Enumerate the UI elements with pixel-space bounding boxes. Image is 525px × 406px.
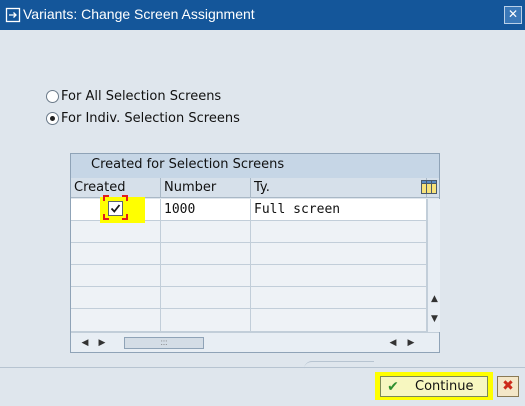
footer-curve — [304, 361, 374, 369]
dialog-arrow-icon — [5, 7, 21, 23]
created-checkbox[interactable] — [108, 201, 123, 216]
empty-cell — [161, 243, 251, 265]
empty-cell — [161, 265, 251, 287]
column-header-created[interactable]: Created — [71, 178, 161, 198]
empty-cell — [71, 243, 161, 265]
dialog-window: Variants: Change Screen Assignment ✕ For… — [0, 0, 525, 406]
empty-cell — [71, 287, 161, 309]
radio-all-label: For All Selection Screens — [61, 88, 222, 104]
continue-button[interactable]: ✔ Continue — [380, 376, 488, 397]
empty-cell — [251, 243, 427, 265]
cancel-icon: ✖ — [502, 378, 514, 394]
table-title: Created for Selection Screens — [71, 154, 439, 178]
column-settings-icon[interactable] — [421, 180, 437, 194]
scroll-up-icon[interactable]: ▲ — [428, 293, 441, 305]
empty-cell — [71, 221, 161, 243]
empty-cell — [251, 287, 427, 309]
cancel-button[interactable]: ✖ — [497, 376, 519, 397]
close-button[interactable]: ✕ — [504, 6, 522, 24]
scroll-thumb[interactable]: ::: — [124, 337, 204, 349]
column-header-number[interactable]: Number — [161, 178, 251, 198]
table-row-number-cell[interactable]: 1000 — [161, 199, 251, 221]
continue-label: Continue — [415, 379, 474, 394]
close-icon: ✕ — [507, 7, 519, 21]
checkmark-icon — [110, 204, 121, 213]
empty-cell — [161, 309, 251, 332]
scroll-right-icon[interactable]: ▶ — [96, 337, 108, 349]
window-title: Variants: Change Screen Assignment — [23, 6, 255, 22]
radio-all-circle[interactable] — [46, 89, 59, 103]
title-bar[interactable]: Variants: Change Screen Assignment ✕ — [0, 0, 525, 30]
column-header-type[interactable]: Ty. — [251, 178, 427, 198]
empty-cell — [251, 309, 427, 332]
empty-cell — [71, 265, 161, 287]
empty-cell — [161, 221, 251, 243]
scroll-down-icon[interactable]: ▼ — [428, 313, 441, 325]
empty-cell — [71, 309, 161, 332]
checkmark-icon: ✔ — [387, 378, 399, 395]
horizontal-scrollbar[interactable]: ◀ ▶ ::: ◀ ▶ — [71, 332, 439, 352]
radio-all-screens[interactable]: For All Selection Screens — [46, 87, 221, 105]
empty-cell — [161, 287, 251, 309]
vertical-scrollbar[interactable]: ▲ ▼ — [427, 199, 440, 332]
table-row-type-cell[interactable]: Full screen — [251, 199, 427, 221]
scroll-left-icon[interactable]: ◀ — [79, 337, 91, 349]
empty-cell — [251, 265, 427, 287]
radio-indiv-circle[interactable] — [46, 111, 59, 125]
footer-divider — [0, 367, 525, 368]
scroll-left-icon[interactable]: ◀ — [387, 337, 399, 349]
radio-indiv-screens[interactable]: For Indiv. Selection Screens — [46, 109, 240, 127]
radio-indiv-label: For Indiv. Selection Screens — [61, 110, 240, 126]
scroll-right-icon[interactable]: ▶ — [405, 337, 417, 349]
selection-screens-table: Created for Selection Screens Created Nu… — [70, 153, 440, 353]
empty-cell — [251, 221, 427, 243]
